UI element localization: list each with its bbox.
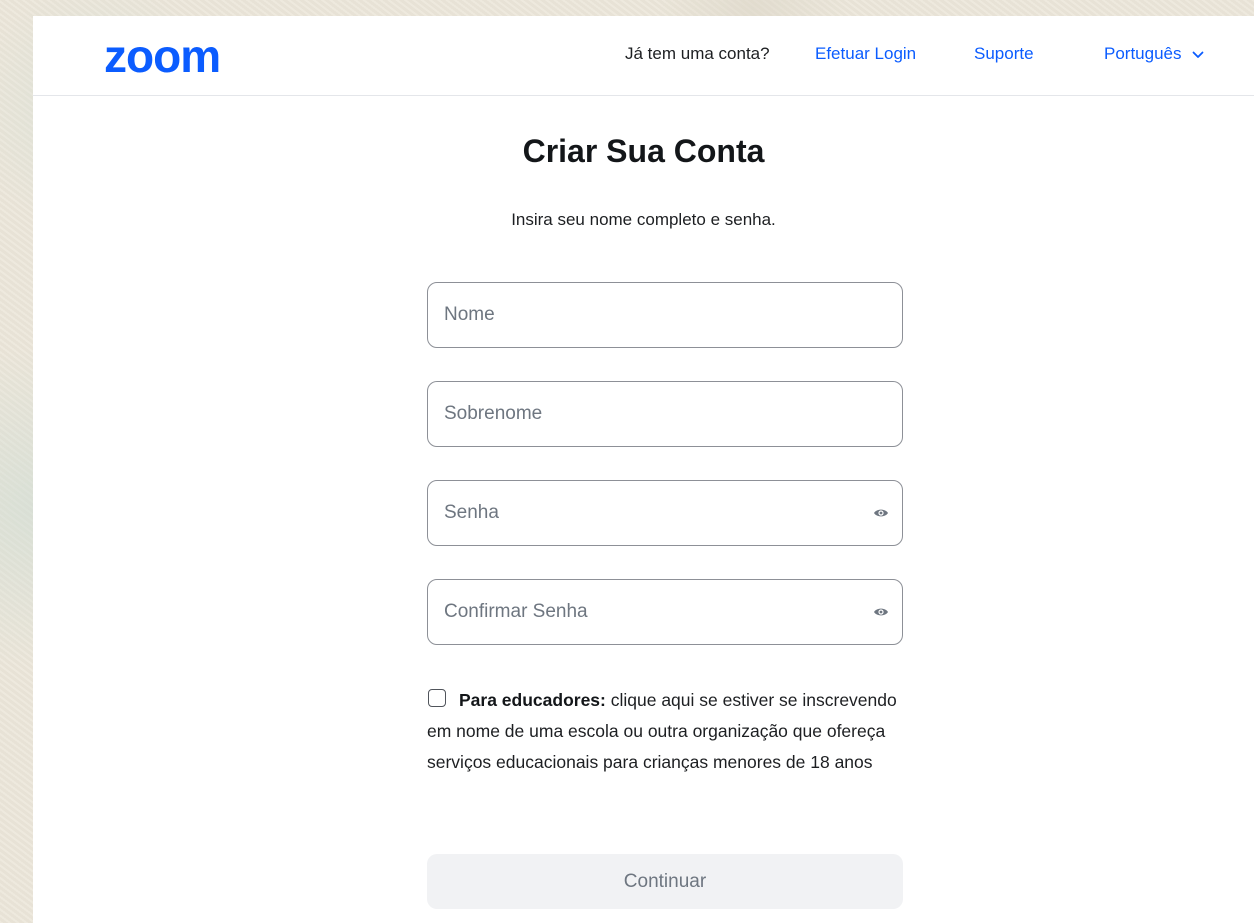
page-subtitle: Insira seu nome completo e senha. [511,210,776,229]
language-selector[interactable]: Português [1104,43,1204,65]
top-header: zoom Já tem uma conta? Efetuar Login Sup… [33,16,1254,96]
password-input[interactable] [444,481,854,545]
support-link[interactable]: Suporte [974,43,1034,65]
confirm-password-input[interactable] [444,580,854,644]
zoom-logo[interactable]: zoom [104,34,254,76]
chevron-down-icon [1192,51,1203,58]
password-field [427,480,903,546]
educator-bold-label: Para educadores: [459,690,606,710]
account-question-text: Já tem uma conta? [625,44,770,63]
educator-label: Para educadores: clique aqui se estiver … [427,685,907,778]
eye-icon[interactable] [873,604,889,620]
language-label: Português [1104,44,1182,63]
login-link[interactable]: Efetuar Login [815,43,916,65]
confirm-password-field [427,579,903,645]
first-name-field [427,282,903,348]
page-title: Criar Sua Conta [522,133,765,169]
last-name-input[interactable] [444,382,854,446]
first-name-input[interactable] [444,283,854,347]
last-name-field [427,381,903,447]
logo-text: zoom [104,34,220,76]
signup-page: zoom Já tem uma conta? Efetuar Login Sup… [33,16,1254,923]
eye-icon[interactable] [873,505,889,521]
continue-button[interactable]: Continuar [427,854,903,909]
